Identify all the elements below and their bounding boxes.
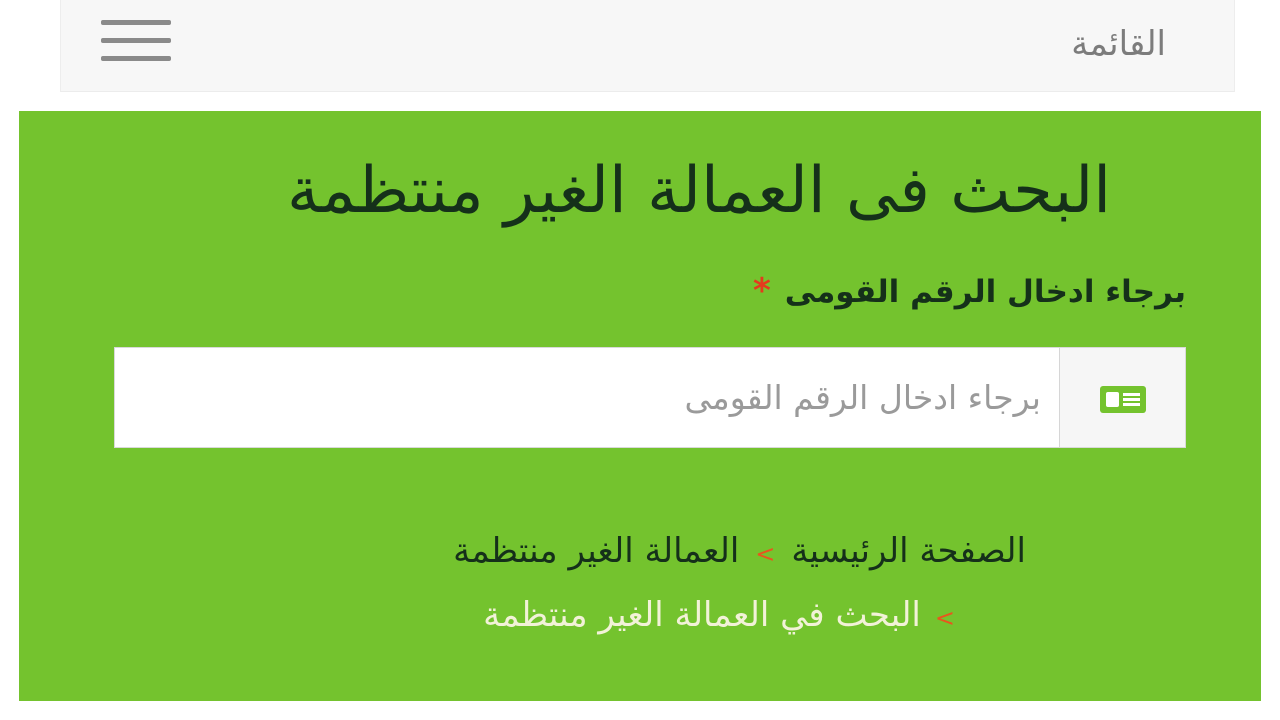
id-card-icon [1100, 386, 1146, 413]
national-id-label-text: برجاء ادخال الرقم القومى [784, 274, 1186, 310]
breadcrumb-row: > البحث في العمالة الغير منتظمة [483, 591, 955, 642]
breadcrumb: الصفحة الرئيسية>العمالة الغير منتظمة >ال… [19, 523, 1261, 643]
breadcrumb-current: البحث في العمالة الغير منتظمة [483, 595, 921, 635]
hamburger-menu-icon[interactable] [101, 16, 173, 64]
national-id-label: برجاء ادخال الرقم القومى * [753, 269, 1186, 314]
national-id-input-group [114, 347, 1186, 448]
page-title: البحث فى العمالة الغير منتظمة [286, 154, 1111, 228]
breadcrumb-separator: > [755, 540, 776, 568]
breadcrumb-separator: > [934, 604, 955, 632]
hamburger-bar [101, 56, 171, 61]
breadcrumb-row: الصفحة الرئيسية > العمالة الغير منتظمة [453, 527, 1026, 578]
required-mark: * [752, 271, 771, 311]
top-navbar: القائمة [60, 0, 1235, 92]
breadcrumb-home-link[interactable]: الصفحة الرئيسية [791, 531, 1026, 571]
breadcrumb-section-link[interactable]: العمالة الغير منتظمة [453, 531, 739, 571]
national-id-input[interactable] [115, 348, 1059, 447]
input-addon [1059, 348, 1185, 447]
hamburger-bar [101, 20, 171, 25]
menu-label[interactable]: القائمة [1071, 20, 1166, 68]
search-panel: البحث فى العمالة الغير منتظمة برجاء ادخا… [19, 111, 1261, 701]
hamburger-bar [101, 38, 171, 43]
